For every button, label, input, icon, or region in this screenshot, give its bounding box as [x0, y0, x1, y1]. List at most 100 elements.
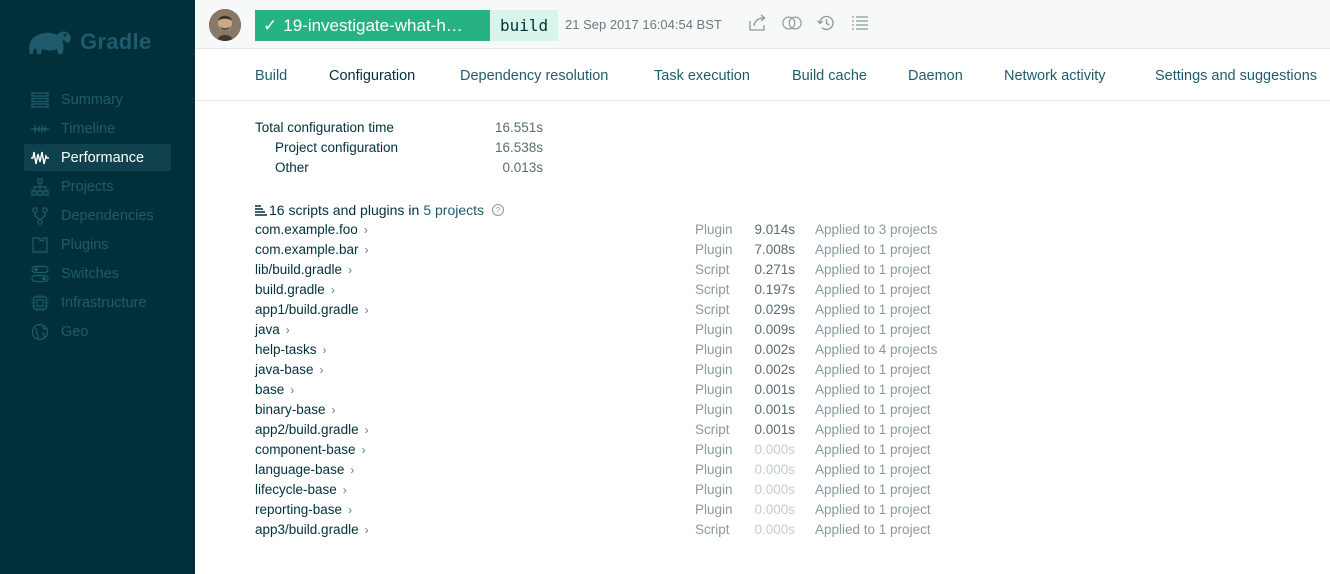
- plugin-name[interactable]: reporting-base ›: [255, 502, 352, 517]
- history-icon[interactable]: [815, 12, 837, 34]
- plugin-name[interactable]: com.example.foo ›: [255, 222, 368, 237]
- plugin-name[interactable]: lib/build.gradle ›: [255, 262, 352, 277]
- sidebar-item-summary[interactable]: Summary: [24, 86, 171, 113]
- geo-icon: [30, 322, 50, 342]
- list-item[interactable]: com.example.foo › Plugin 9.014s Applied to 3…: [255, 220, 1055, 240]
- plugin-applied: Applied to 1 project: [815, 422, 931, 437]
- plugin-name[interactable]: app3/build.gradle ›: [255, 522, 369, 537]
- tab-build-cache[interactable]: Build cache: [792, 68, 867, 84]
- tab-dependency-resolution[interactable]: Dependency resolution: [460, 68, 608, 84]
- tab-network-activity[interactable]: Network activity: [1004, 68, 1106, 84]
- chevron-right-icon: ›: [348, 503, 353, 517]
- other-configuration-row: Other 0.013s: [275, 160, 543, 180]
- sidebar-item-dependencies[interactable]: Dependencies: [24, 202, 171, 229]
- sidebar-item-plugins[interactable]: Plugins: [24, 231, 171, 258]
- tab-build[interactable]: Build: [255, 68, 287, 84]
- sidebar-item-geo[interactable]: Geo: [24, 318, 171, 345]
- list-item[interactable]: lib/build.gradle › Script 0.271s Applied to …: [255, 260, 1055, 280]
- sidebar-item-label: Infrastructure: [61, 294, 147, 311]
- plugin-time: 0.000s: [754, 522, 795, 537]
- plugin-name[interactable]: app2/build.gradle ›: [255, 422, 369, 437]
- plugin-name[interactable]: com.example.bar ›: [255, 242, 369, 257]
- sidebar-item-label: Dependencies: [61, 207, 154, 224]
- other-configuration-value: 0.013s: [502, 160, 543, 175]
- plugin-name[interactable]: app1/build.gradle ›: [255, 302, 369, 317]
- list-item[interactable]: java › Plugin 0.009s Applied to 1 project: [255, 320, 1055, 340]
- list-item[interactable]: component-base › Plugin 0.000s Applied to 1 …: [255, 440, 1055, 460]
- plugin-name[interactable]: help-tasks ›: [255, 342, 327, 357]
- total-configuration-row: Total configuration time 16.551s: [255, 120, 543, 140]
- tab-daemon[interactable]: Daemon: [908, 68, 963, 84]
- sidebar-item-performance[interactable]: Performance: [24, 144, 171, 171]
- chevron-right-icon: ›: [290, 383, 295, 397]
- sidebar-item-switches[interactable]: Switches: [24, 260, 171, 287]
- avatar[interactable]: [209, 9, 241, 41]
- list-item[interactable]: binary-base › Plugin 0.001s Applied to 1 pro…: [255, 400, 1055, 420]
- plugin-applied: Applied to 1 project: [815, 262, 931, 277]
- plugins-heading: 16 scripts and plugins in 5 projects ?: [255, 202, 505, 218]
- plugin-name[interactable]: language-base ›: [255, 462, 354, 477]
- plugin-time: 0.001s: [754, 422, 795, 437]
- list-item[interactable]: reporting-base › Plugin 0.000s Applied to 1 …: [255, 500, 1055, 520]
- sidebar-item-projects[interactable]: Projects: [24, 173, 171, 200]
- plugins-in: in: [408, 202, 420, 218]
- build-header: ✓ 19-investigate-what-h… build 21 Sep 20…: [195, 0, 1330, 49]
- plugin-applied: Applied to 1 project: [815, 282, 931, 297]
- list-item[interactable]: lifecycle-base › Plugin 0.000s Applied to 1 …: [255, 480, 1055, 500]
- plugin-name[interactable]: java-base ›: [255, 362, 324, 377]
- list-item[interactable]: app3/build.gradle › Script 0.000s Applied to…: [255, 520, 1055, 540]
- build-status[interactable]: ✓ 19-investigate-what-h…: [255, 10, 490, 41]
- total-configuration-label: Total configuration time: [255, 120, 394, 135]
- chevron-right-icon: ›: [285, 323, 290, 337]
- help-icon[interactable]: ?: [492, 204, 505, 216]
- requested-task: build: [490, 10, 559, 41]
- project-configuration-value: 16.538s: [494, 140, 543, 155]
- list-item[interactable]: com.example.bar › Plugin 7.008s Applied to 1…: [255, 240, 1055, 260]
- project-configuration-label: Project configuration: [275, 140, 399, 155]
- chevron-right-icon: ›: [364, 303, 369, 317]
- plugin-applied: Applied to 1 project: [815, 442, 931, 457]
- brand-name: Gradle: [80, 29, 152, 54]
- list-item[interactable]: help-tasks › Plugin 0.002s Applied to 4 proj…: [255, 340, 1055, 360]
- check-icon: ✓: [263, 15, 278, 35]
- plugin-time: 0.000s: [754, 462, 795, 477]
- list-item[interactable]: app2/build.gradle › Script 0.001s Applied to…: [255, 420, 1055, 440]
- sidebar-item-label: Summary: [61, 91, 124, 108]
- share-icon[interactable]: [747, 12, 769, 34]
- sidebar-item-label: Timeline: [61, 120, 116, 137]
- timeline-icon: [30, 119, 50, 139]
- compare-icon[interactable]: [781, 12, 803, 34]
- list-item[interactable]: build.gradle › Script 0.197s Applied to 1 pr…: [255, 280, 1055, 300]
- plugin-name[interactable]: binary-base ›: [255, 402, 336, 417]
- tab-settings-and-suggestions[interactable]: Settings and suggestions: [1155, 68, 1317, 84]
- tab-configuration[interactable]: Configuration: [329, 68, 415, 84]
- chevron-right-icon: ›: [322, 343, 327, 357]
- other-configuration-label: Other: [275, 160, 309, 175]
- plugin-name[interactable]: component-base ›: [255, 442, 366, 457]
- plugin-name[interactable]: lifecycle-base ›: [255, 482, 347, 497]
- sidebar-item-timeline[interactable]: Timeline: [24, 115, 171, 142]
- list-icon[interactable]: [849, 12, 871, 34]
- chevron-right-icon: ›: [319, 363, 324, 377]
- plugins-count: 16 scripts and plugins: [269, 202, 405, 218]
- sort-icon[interactable]: [255, 204, 267, 216]
- list-item[interactable]: app1/build.gradle › Script 0.029s Applied to…: [255, 300, 1055, 320]
- list-item[interactable]: java-base › Plugin 0.002s Applied to 1 proje…: [255, 360, 1055, 380]
- plugin-name[interactable]: build.gradle ›: [255, 282, 335, 297]
- list-item[interactable]: language-base › Plugin 0.000s Applied to 1 p…: [255, 460, 1055, 480]
- tab-task-execution[interactable]: Task execution: [654, 68, 750, 84]
- sidebar-item-infrastructure[interactable]: Infrastructure: [24, 289, 171, 316]
- plugin-name[interactable]: java ›: [255, 322, 290, 337]
- projects-link[interactable]: 5 projects: [423, 202, 484, 218]
- list-item[interactable]: base › Plugin 0.001s Applied to 1 project: [255, 380, 1055, 400]
- sidebar-item-label: Performance: [61, 149, 145, 166]
- plugin-applied: Applied to 3 projects: [815, 222, 938, 237]
- plugin-name[interactable]: base ›: [255, 382, 294, 397]
- plugin-applied: Applied to 1 project: [815, 322, 931, 337]
- chevron-right-icon: ›: [350, 463, 355, 477]
- gradle-elephant-icon: [29, 31, 71, 54]
- plugin-time: 0.001s: [754, 382, 795, 397]
- sidebar-item-label: Geo: [61, 323, 89, 340]
- brand[interactable]: Gradle: [24, 22, 152, 62]
- plugin-applied: Applied to 1 project: [815, 522, 931, 537]
